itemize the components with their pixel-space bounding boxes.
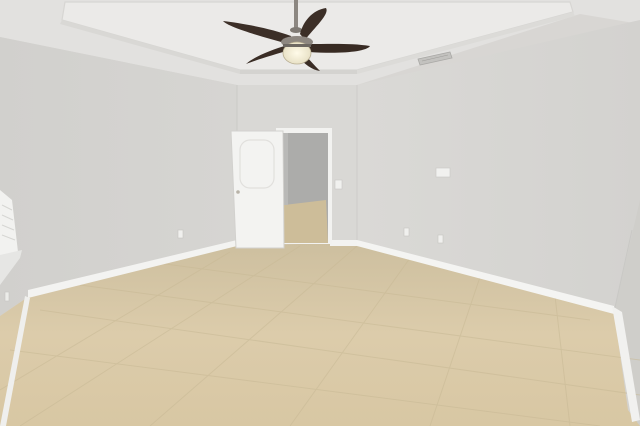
electrical-outlet-icon [177, 229, 184, 239]
doorway [276, 128, 332, 244]
room-photo [0, 0, 640, 426]
open-door-icon [230, 130, 285, 249]
light-switch-icon [435, 167, 451, 178]
electrical-outlet-icon [437, 234, 444, 244]
electrical-outlet-icon [403, 227, 410, 237]
light-switch-icon [334, 179, 343, 190]
electrical-outlet-icon [4, 291, 10, 302]
